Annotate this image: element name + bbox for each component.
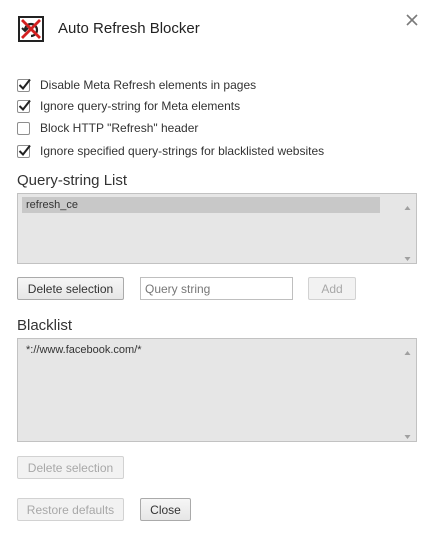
checkbox-disable-meta-refresh[interactable]: [17, 78, 31, 92]
checkbox-label: Ignore query-string for Meta elements: [40, 99, 241, 113]
list-item[interactable]: *://www.facebook.com/*: [22, 342, 380, 358]
checkbox-ignore-blacklist-query-strings[interactable]: [17, 144, 31, 158]
query-string-placeholder: Query string: [145, 281, 211, 296]
restore-defaults-button[interactable]: Restore defaults: [17, 498, 124, 521]
scroll-down-arrow-icon[interactable]: [404, 429, 411, 439]
scroll-down-arrow-icon[interactable]: [404, 251, 411, 261]
checkbox-label: Ignore specified query-strings for black…: [40, 144, 325, 158]
option-ignore-blacklist-query-strings[interactable]: Ignore specified query-strings for black…: [17, 143, 324, 159]
blacklist-listbox[interactable]: *://www.facebook.com/*: [17, 338, 417, 442]
checkbox-block-http-refresh[interactable]: [17, 121, 30, 135]
blacklist-heading: Blacklist: [17, 317, 73, 334]
option-block-http-refresh[interactable]: Block HTTP "Refresh" header: [17, 120, 198, 136]
scroll-up-arrow-icon[interactable]: [404, 200, 411, 210]
app-logo-icon: [18, 16, 44, 42]
checkbox-label: Block HTTP "Refresh" header: [40, 121, 199, 135]
query-string-input[interactable]: Query string: [140, 277, 293, 300]
close-icon[interactable]: [402, 10, 422, 30]
close-button[interactable]: Close: [140, 498, 191, 521]
add-query-string-button[interactable]: Add: [308, 277, 356, 300]
delete-blacklist-button[interactable]: Delete selection: [17, 456, 124, 479]
app-title: Auto Refresh Blocker: [58, 20, 200, 37]
query-string-listbox[interactable]: refresh_ce: [17, 193, 417, 264]
query-string-list-heading: Query-string List: [17, 172, 128, 189]
scroll-up-arrow-icon[interactable]: [404, 345, 411, 355]
delete-query-string-button[interactable]: Delete selection: [17, 277, 124, 300]
checkbox-label: Disable Meta Refresh elements in pages: [40, 78, 257, 92]
option-ignore-query-string-meta[interactable]: Ignore query-string for Meta elements: [17, 98, 240, 114]
option-disable-meta-refresh[interactable]: Disable Meta Refresh elements in pages: [17, 77, 256, 93]
list-item[interactable]: refresh_ce: [22, 197, 380, 213]
checkbox-ignore-query-string-meta[interactable]: [17, 99, 31, 113]
